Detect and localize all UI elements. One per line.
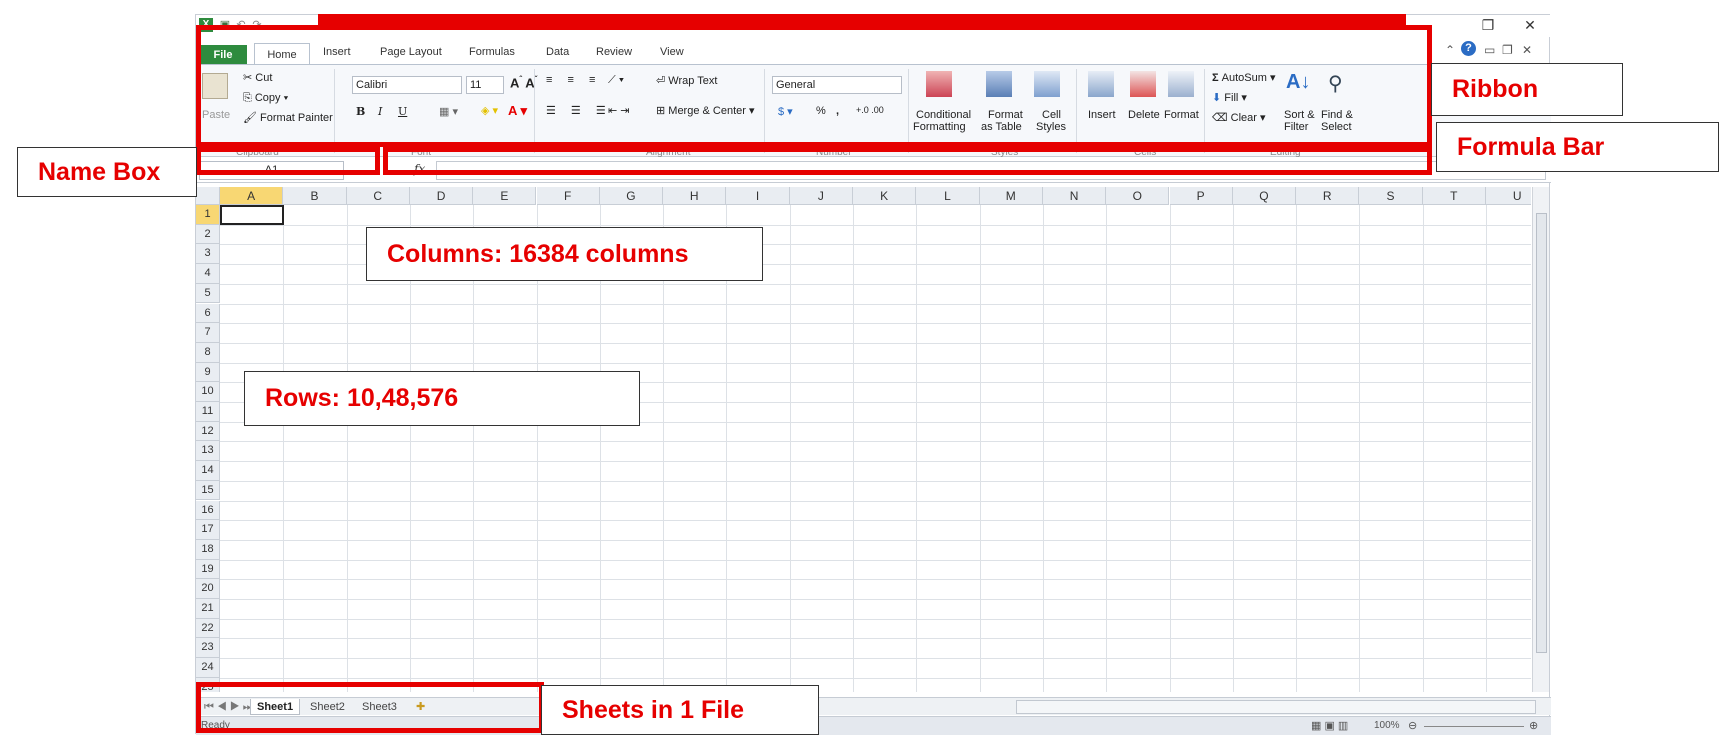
column-header[interactable]: H [663,187,727,205]
row-header[interactable]: 3 [196,244,220,265]
column-header[interactable]: E [473,187,537,205]
zoom-level: 100% [1374,720,1400,731]
column-header[interactable]: F [536,187,600,205]
rows-callout: Rows: 10,48,576 [244,371,640,426]
row-header[interactable]: 24 [196,658,220,678]
zoom-slider[interactable] [1424,726,1524,727]
minimize-ribbon-icon[interactable]: ⌃ [1445,43,1455,57]
minimize-workbook-icon[interactable]: ▭ [1484,43,1495,57]
column-header[interactable]: Q [1232,187,1297,205]
row-header[interactable]: 10 [196,382,220,402]
grid-line [220,342,1531,344]
formula-bar-callout: Formula Bar [1436,122,1719,172]
row-header[interactable]: 17 [196,520,220,540]
grid-line [220,323,1531,325]
grid-line [220,283,1531,285]
grid-line [220,539,1531,541]
grid-line [220,579,1531,581]
zoom-in-icon[interactable]: ⊕ [1529,719,1538,732]
sheets-highlight [196,682,544,733]
column-header[interactable]: S [1359,187,1423,205]
restore-window-icon[interactable]: ❐ [1479,17,1497,34]
restore-workbook-icon[interactable]: ❐ [1502,43,1513,57]
grid-line [220,520,1531,522]
grid-line [220,677,1531,679]
row-header[interactable]: 21 [196,599,220,619]
column-header[interactable]: N [1042,187,1107,205]
row-header[interactable]: 12 [196,421,220,442]
grid-line [220,480,1531,482]
ribbon-highlight [196,25,1432,147]
column-header[interactable]: T [1422,187,1486,205]
grid-line [220,224,1531,226]
row-header[interactable]: 14 [196,461,220,481]
column-header[interactable]: J [789,187,853,205]
grid-line [220,461,1531,463]
grid-line [220,638,1531,640]
horizontal-scrollbar[interactable] [1016,700,1536,714]
active-cell[interactable] [220,205,284,225]
row-header[interactable]: 1 [196,205,220,225]
grid-line [220,441,1531,443]
row-header[interactable]: 4 [196,264,220,284]
help-icon[interactable]: ? [1461,41,1476,56]
column-header[interactable]: P [1169,187,1233,205]
row-header[interactable]: 16 [196,500,220,521]
column-header[interactable]: D [409,187,474,205]
vertical-scroll-thumb[interactable] [1536,213,1547,653]
column-header[interactable]: C [346,187,410,205]
grid-line [220,362,1531,364]
row-header[interactable]: 5 [196,283,220,304]
annotated-screenshot: X ▣ ↶ ↷ ❐ ✕ File Home Insert Page Layout… [0,0,1733,751]
row-header[interactable]: 15 [196,480,220,501]
column-header[interactable]: A [220,187,284,205]
row-header[interactable]: 6 [196,303,220,324]
grid-line [220,559,1531,561]
name-box-highlight [196,147,380,175]
ribbon-callout: Ribbon [1431,63,1623,116]
column-header[interactable]: U [1486,187,1531,205]
row-header[interactable]: 7 [196,323,220,343]
row-header[interactable]: 23 [196,638,220,659]
row-header[interactable]: 8 [196,342,220,363]
close-workbook-icon[interactable]: ✕ [1522,43,1532,57]
grid-line [220,599,1531,600]
select-all-corner[interactable] [196,187,220,205]
row-header[interactable]: 2 [196,224,220,245]
row-header[interactable]: 9 [196,362,220,383]
grid-line [220,303,1531,305]
column-header[interactable]: M [979,187,1043,205]
formula-bar-highlight [383,147,1432,175]
close-window-icon[interactable]: ✕ [1521,17,1539,34]
vertical-scrollbar[interactable] [1532,187,1549,692]
column-header[interactable]: B [283,187,347,205]
row-header[interactable]: 18 [196,539,220,560]
column-header[interactable]: I [726,187,790,205]
view-buttons-icon[interactable]: ▦ ▣ ▥ [1311,719,1348,732]
row-header[interactable]: 20 [196,579,220,599]
grid-line [220,500,1531,502]
row-header[interactable]: 19 [196,559,220,580]
row-header[interactable]: 11 [196,402,220,422]
columns-callout: Columns: 16384 columns [366,227,763,281]
row-header[interactable]: 13 [196,441,220,462]
column-header[interactable]: O [1106,187,1170,205]
sheets-callout: Sheets in 1 File [541,685,819,735]
column-header[interactable]: K [853,187,917,205]
grid-line [220,618,1531,620]
row-header[interactable]: 22 [196,618,220,639]
column-header[interactable]: L [916,187,980,205]
name-box-callout: Name Box [17,147,197,197]
zoom-out-icon[interactable]: ⊖ [1408,719,1417,732]
column-header[interactable]: R [1296,187,1360,205]
column-header[interactable]: G [599,187,664,205]
grid-line [220,658,1531,660]
